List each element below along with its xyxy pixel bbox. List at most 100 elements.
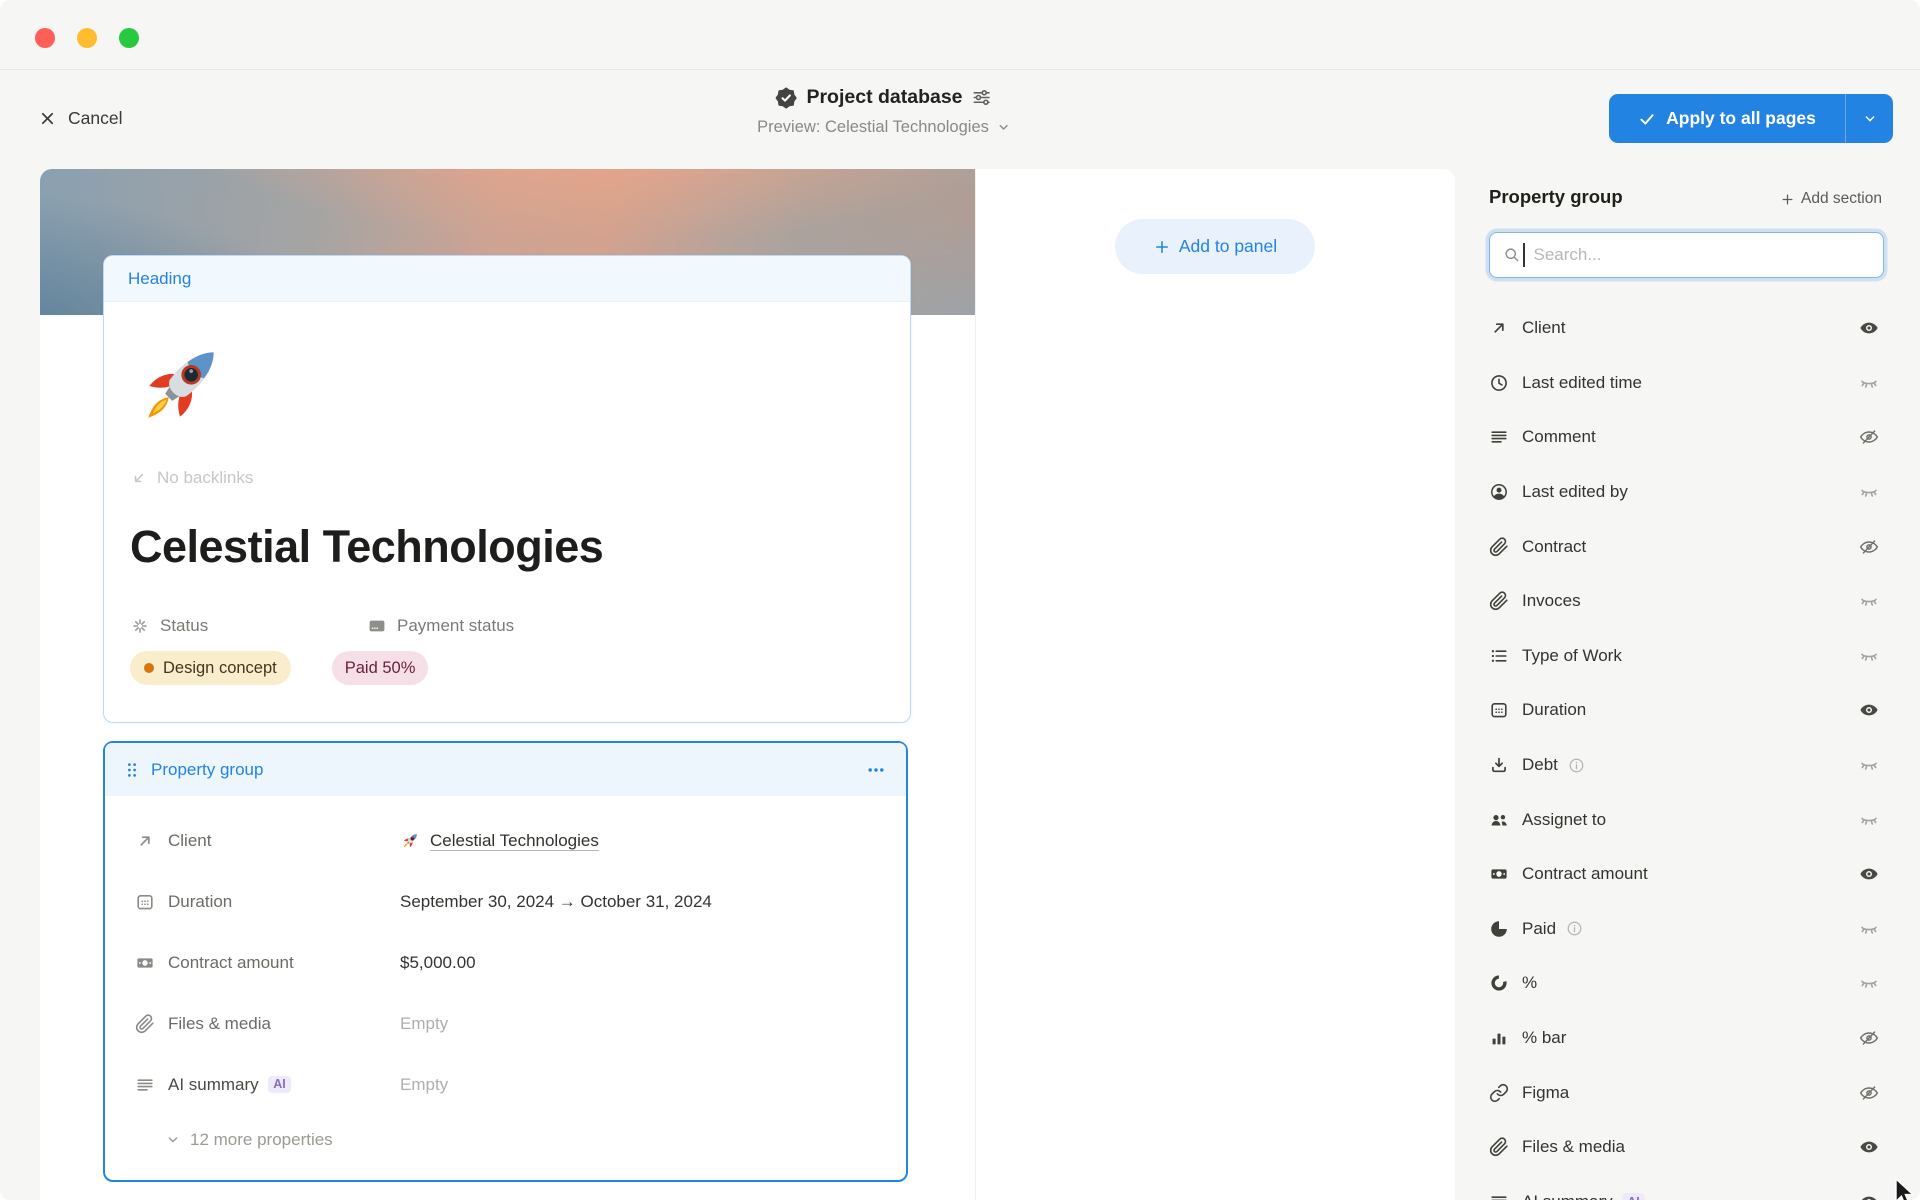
property-row-contract-amount[interactable]: Contract amount $5,000.00 — [135, 932, 882, 993]
sidebar-item-label: Comment — [1522, 427, 1596, 447]
eye-open-icon[interactable] — [1859, 1192, 1879, 1200]
sidebar-item-type-of-work[interactable]: Type of Work — [1489, 629, 1886, 684]
calendar-icon — [1489, 700, 1509, 720]
add-section-button[interactable]: Add section — [1780, 190, 1882, 208]
eye-closed-icon[interactable] — [1859, 482, 1879, 502]
search-box[interactable] — [1489, 232, 1884, 278]
add-to-panel-label: Add to panel — [1179, 236, 1277, 257]
property-row-client[interactable]: Client Celestial Technologies — [135, 810, 882, 871]
eye-open-icon[interactable] — [1859, 864, 1879, 884]
eye-slash-icon[interactable] — [1859, 537, 1879, 557]
verified-badge-icon — [775, 87, 797, 109]
sidebar-item-last-edited-time[interactable]: Last edited time — [1489, 356, 1886, 411]
sidebar-item-last-edited-by[interactable]: Last edited by — [1489, 465, 1886, 520]
sidebar-item-ai-summary[interactable]: AI summary AI — [1489, 1175, 1886, 1200]
eye-closed-icon[interactable] — [1859, 591, 1879, 611]
add-to-panel-button[interactable]: Add to panel — [1115, 219, 1315, 274]
eye-closed-icon[interactable] — [1859, 973, 1879, 993]
more-properties-label: 12 more properties — [190, 1130, 333, 1150]
sidebar-item-label: Last edited time — [1522, 373, 1642, 393]
info-icon — [1565, 919, 1584, 938]
empty-value: Empty — [400, 1075, 448, 1095]
sidebar-item-label: Invoces — [1522, 591, 1581, 611]
sidebar-item-comment[interactable]: Comment — [1489, 410, 1886, 465]
traffic-light-minimize[interactable] — [77, 28, 97, 48]
eye-closed-icon[interactable] — [1859, 919, 1879, 939]
property-label: Client — [168, 831, 211, 851]
traffic-light-close[interactable] — [35, 28, 55, 48]
eye-closed-icon[interactable] — [1859, 646, 1879, 666]
eye-slash-icon[interactable] — [1859, 1083, 1879, 1103]
sidebar-item-label: Contract — [1522, 537, 1586, 557]
sidebar-item-label: Contract amount — [1522, 864, 1648, 884]
eye-slash-icon[interactable] — [1859, 427, 1879, 447]
eye-closed-icon[interactable] — [1859, 373, 1879, 393]
paperclip-icon — [1489, 1137, 1509, 1157]
eye-closed-icon[interactable] — [1859, 810, 1879, 830]
drag-handle-icon[interactable] — [125, 760, 139, 780]
sidebar-item-label: Client — [1522, 318, 1565, 338]
text-cursor — [1523, 243, 1525, 267]
sidebar-item-files-media[interactable]: Files & media — [1489, 1120, 1886, 1175]
property-sidebar: Property group Add section Client Last e… — [1489, 0, 1886, 1200]
chevron-down-icon — [165, 1132, 181, 1148]
text-lines-icon — [1489, 1192, 1509, 1200]
sidebar-item-label: Paid — [1522, 919, 1556, 939]
more-options-icon[interactable] — [866, 760, 886, 780]
property-label: Contract amount — [168, 953, 294, 973]
eye-slash-icon[interactable] — [1859, 1028, 1879, 1048]
preview-canvas: Add to panel Heading No backlinks Celest… — [40, 169, 1455, 1200]
banknote-icon — [135, 953, 155, 973]
status-value: Design concept — [163, 659, 277, 678]
heading-section-header[interactable]: Heading — [104, 256, 910, 302]
traffic-light-zoom[interactable] — [119, 28, 139, 48]
sidebar-item-assignet-to[interactable]: Assignet to — [1489, 792, 1886, 847]
status-value-pill[interactable]: Design concept — [130, 651, 291, 685]
eye-open-icon[interactable] — [1859, 700, 1879, 720]
close-icon — [38, 109, 57, 128]
payment-status-value-pill[interactable]: Paid 50% — [332, 651, 429, 685]
sidebar-item-contract[interactable]: Contract — [1489, 519, 1886, 574]
page-title: Project database — [806, 86, 962, 109]
sidebar-item-label: Files & media — [1522, 1137, 1625, 1157]
search-input[interactable] — [1532, 244, 1884, 266]
payment-status-label: Payment status — [397, 616, 514, 636]
sidebar-item-contract-amount[interactable]: Contract amount — [1489, 847, 1886, 902]
no-backlinks-label: No backlinks — [157, 468, 253, 488]
sidebar-item-percent-bar[interactable]: % bar — [1489, 1011, 1886, 1066]
sidebar-item-label: AI summary — [1522, 1192, 1613, 1200]
sidebar-item-paid[interactable]: Paid — [1489, 902, 1886, 957]
sidebar-item-client[interactable]: Client — [1489, 301, 1886, 356]
chevron-down-icon — [996, 120, 1011, 135]
info-icon — [1567, 756, 1586, 775]
property-list: Client Last edited time Comment Last edi… — [1489, 301, 1886, 1200]
property-group-header[interactable]: Property group — [105, 743, 906, 796]
preview-selector[interactable]: Preview: Celestial Technologies — [757, 118, 1011, 137]
cancel-button[interactable]: Cancel — [38, 100, 122, 136]
cancel-label: Cancel — [68, 108, 122, 129]
eye-open-icon[interactable] — [1859, 318, 1879, 338]
property-row-ai-summary[interactable]: AI summary AI Empty — [135, 1054, 882, 1115]
property-group-section[interactable]: Property group Client Celestial Technolo… — [103, 741, 908, 1182]
sidebar-item-invoces[interactable]: Invoces — [1489, 574, 1886, 629]
text-lines-icon — [1489, 427, 1509, 447]
add-section-label: Add section — [1801, 190, 1882, 208]
sidebar-item-figma[interactable]: Figma — [1489, 1065, 1886, 1120]
rocket-page-icon[interactable] — [130, 332, 234, 436]
eye-closed-icon[interactable] — [1859, 755, 1879, 775]
heading-section[interactable]: Heading No backlinks Celestial Technolog… — [103, 255, 911, 723]
ai-badge: AI — [268, 1076, 292, 1094]
eye-open-icon[interactable] — [1859, 1137, 1879, 1157]
date-range-value: September 30, 2024 → October 31, 2024 — [400, 892, 712, 912]
amount-value: $5,000.00 — [400, 953, 476, 973]
tune-settings-icon[interactable] — [972, 87, 993, 108]
people-icon — [1489, 810, 1509, 830]
property-row-duration[interactable]: Duration September 30, 2024 → October 31… — [135, 871, 882, 932]
sidebar-item-debt[interactable]: Debt — [1489, 738, 1886, 793]
sidebar-item-duration[interactable]: Duration — [1489, 683, 1886, 738]
more-properties-toggle[interactable]: 12 more properties — [135, 1115, 882, 1165]
property-row-files-media[interactable]: Files & media Empty — [135, 993, 882, 1054]
relation-value[interactable]: Celestial Technologies — [430, 831, 599, 851]
canvas-divider — [975, 169, 976, 1200]
sidebar-item-percent[interactable]: % — [1489, 956, 1886, 1011]
